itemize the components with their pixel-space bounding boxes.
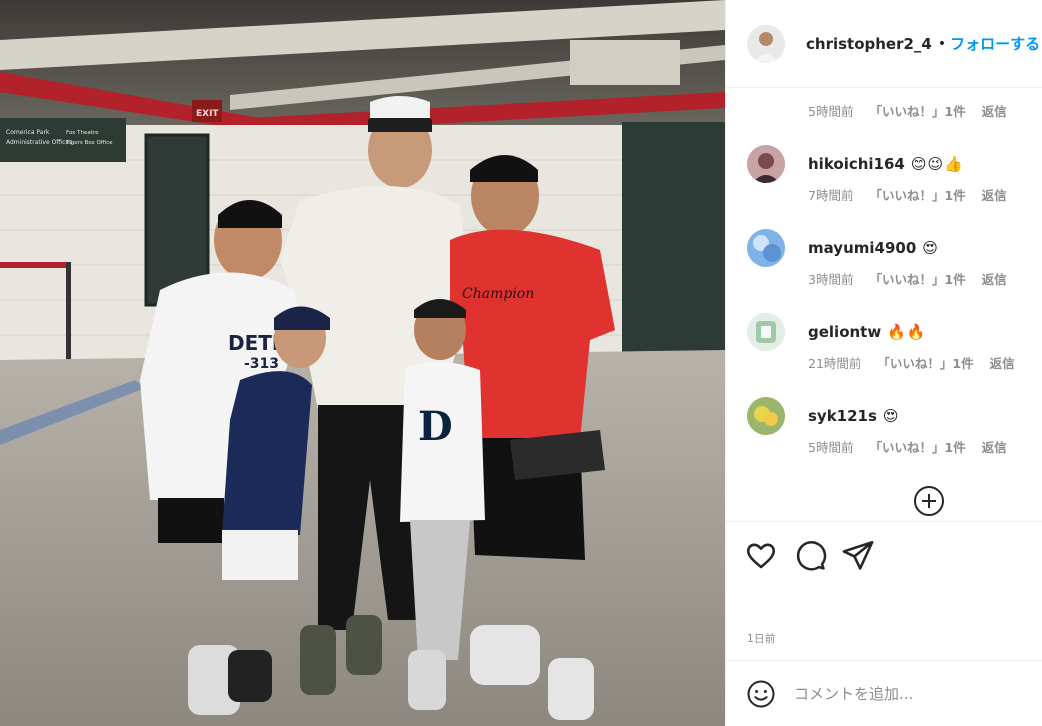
- commenter-avatar[interactable]: [747, 229, 785, 267]
- comment-reply-button[interactable]: 返信: [982, 185, 1007, 204]
- comment-likes[interactable]: 「いいね！」1件: [869, 185, 965, 204]
- author-username[interactable]: christopher2_4: [806, 35, 932, 53]
- comment-meta-first: 5時間前 「いいね！」1件 返信: [808, 101, 1023, 120]
- comment-meta: 5時間前 「いいね！」1件 返信: [808, 437, 1023, 456]
- exit-sign-text: EXIT: [196, 109, 219, 119]
- comment-item: hikoichi164 😊😉👍 7時間前 「いいね！」1件 返信: [747, 145, 1037, 205]
- commenter-name-text[interactable]: mayumi4900: [808, 239, 916, 257]
- comment-text: 😊😉👍: [910, 155, 964, 173]
- commenter-username[interactable]: syk121s 😍: [808, 407, 900, 425]
- comment-meta: 7時間前 「いいね！」1件 返信: [808, 185, 1023, 204]
- author-avatar[interactable]: [747, 24, 785, 63]
- post-side-panel: christopher2_4 • フォローする 5時間前 「いいね！」1件 返信…: [725, 0, 1042, 726]
- comment-text: 🔥🔥: [887, 323, 927, 341]
- add-comment-bar: [726, 660, 1042, 726]
- post-date[interactable]: 1日前: [747, 631, 776, 646]
- paper-plane-icon[interactable]: [841, 538, 875, 572]
- wall-sign-text-4: Tigers Box Office: [65, 140, 113, 146]
- comments-list: 5時間前 「いいね！」1件 返信 hikoichi164 😊😉👍 7時間前 「いい…: [726, 88, 1042, 520]
- comment-time: 5時間前: [808, 104, 854, 119]
- comment-time: 3時間前: [808, 272, 854, 287]
- comment-text: 😍: [882, 407, 900, 425]
- commenter-username[interactable]: hikoichi164 😊😉👍: [808, 155, 964, 173]
- comment-reply-button[interactable]: 返信: [982, 437, 1007, 456]
- post-actions: 1日前: [726, 521, 1042, 681]
- comment-time: 5時間前: [808, 440, 854, 455]
- commenter-avatar[interactable]: [747, 145, 785, 183]
- commenter-avatar[interactable]: [747, 397, 785, 435]
- comment-time: 21時間前: [808, 356, 862, 371]
- commenter-name-text[interactable]: geliontw: [808, 323, 881, 341]
- comment-reply-button[interactable]: 返信: [990, 353, 1015, 372]
- post-header: christopher2_4 • フォローする: [726, 0, 1042, 88]
- left-kid-shirt-number: -313: [244, 356, 279, 372]
- commenter-username[interactable]: mayumi4900 😍: [808, 239, 939, 257]
- commenter-name-text[interactable]: hikoichi164: [808, 155, 905, 173]
- wall-sign-text-3: Fox Theatre: [66, 130, 99, 136]
- comment-item: mayumi4900 😍 3時間前 「いいね！」1件 返信: [747, 229, 1037, 289]
- wall-sign-text-1: Comerica Park: [6, 129, 50, 136]
- comment-reply-button[interactable]: 返信: [982, 101, 1007, 120]
- commenter-name-text[interactable]: syk121s: [808, 407, 877, 425]
- comment-likes[interactable]: 「いいね！」1件: [869, 101, 965, 120]
- header-separator: •: [937, 35, 947, 52]
- comment-likes[interactable]: 「いいね！」1件: [869, 269, 965, 288]
- comment-item: syk121s 😍 5時間前 「いいね！」1件 返信: [747, 397, 1037, 457]
- smiley-icon[interactable]: [746, 679, 776, 709]
- plus-circle-icon[interactable]: [914, 486, 944, 516]
- comment-meta: 21時間前 「いいね！」1件 返信: [808, 353, 1031, 372]
- heart-icon[interactable]: [744, 538, 778, 572]
- comment-meta: 3時間前 「いいね！」1件 返信: [808, 269, 1023, 288]
- comment-bubble-icon[interactable]: [793, 538, 827, 572]
- commenter-avatar[interactable]: [747, 313, 785, 351]
- jersey-text: D: [418, 403, 453, 450]
- commenter-username[interactable]: geliontw 🔥🔥: [808, 323, 927, 341]
- comment-reply-button[interactable]: 返信: [982, 269, 1007, 288]
- comment-item: geliontw 🔥🔥 21時間前 「いいね！」1件 返信: [747, 313, 1037, 373]
- comment-likes[interactable]: 「いいね！」1件: [869, 437, 965, 456]
- post-photo: Comerica Park Administrative Offices Fox…: [0, 0, 725, 726]
- red-shirt-text: Champion: [462, 286, 534, 302]
- comment-input[interactable]: [794, 681, 1024, 707]
- wall-sign-text-2: Administrative Offices: [6, 139, 72, 146]
- comment-text: 😍: [922, 239, 939, 257]
- comment-time: 7時間前: [808, 188, 854, 203]
- follow-button[interactable]: フォローする: [950, 33, 1040, 54]
- comment-likes[interactable]: 「いいね！」1件: [877, 353, 973, 372]
